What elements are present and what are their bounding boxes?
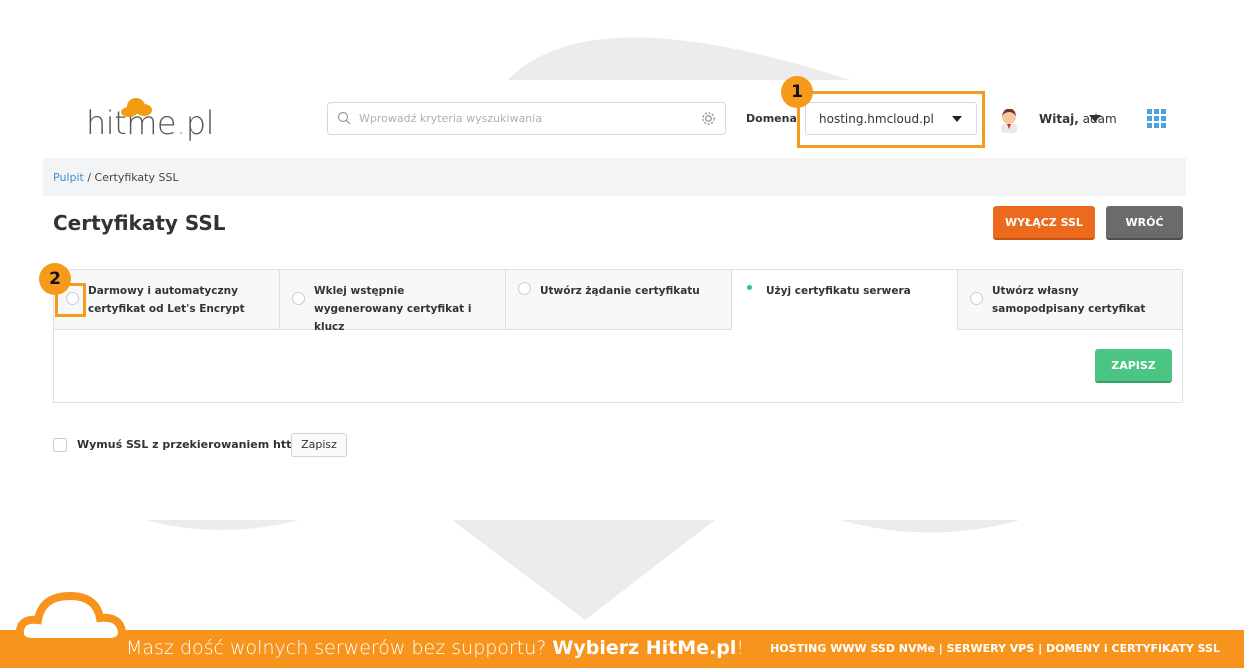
breadcrumb: Pulpit / Certyfikaty SSL [53,171,179,184]
tab-label: Wklej wstępnie wygenerowany certyfikat i… [314,285,472,333]
step-badge-2: 2 [39,263,71,295]
tab-self-signed[interactable]: Utwórz własny samopodpisany certyfikat [958,270,1182,330]
breadcrumb-current: Certyfikaty SSL [94,171,179,184]
back-button[interactable]: WRÓĆ [1106,206,1183,240]
promo-footer: Masz dość wolnych serwerów bez supportu?… [0,630,1244,668]
gear-icon[interactable] [701,111,716,126]
search-box[interactable]: Wprowadź kryteria wyszukiwania [327,102,726,135]
page-title: Certyfikaty SSL [53,211,226,235]
user-menu-chevron-icon[interactable] [1089,115,1101,122]
save-button[interactable]: ZAPISZ [1095,349,1172,383]
breadcrumb-bar: Pulpit / Certyfikaty SSL [43,158,1186,196]
cloud-icon [16,591,126,646]
tab-label: Utwórz własny samopodpisany certyfikat [992,285,1146,315]
tab-letsencrypt[interactable]: Darmowy i automatyczny certyfikat od Let… [54,270,280,330]
force-ssl-label[interactable]: Wymuś SSL z przekierowaniem https [77,438,306,451]
tab-paste-certificate[interactable]: Wklej wstępnie wygenerowany certyfikat i… [280,270,506,333]
footer-services: HOSTING WWW SSD NVMe | SERWERY VPS | DOM… [770,642,1220,655]
logo[interactable]: hitme.pl [86,104,214,142]
tab-label: Darmowy i automatyczny certyfikat od Let… [88,285,245,315]
tab-label: Użyj certyfikatu serwera [766,285,911,297]
force-ssl-checkbox[interactable] [53,438,67,452]
disable-ssl-button[interactable]: WYŁĄCZ SSL [993,206,1095,240]
domain-label: Domena [746,112,797,125]
radio-server-certificate[interactable] [744,282,757,295]
radio-paste-certificate[interactable] [292,292,305,305]
radio-create-request[interactable] [518,282,531,295]
apps-grid-icon[interactable] [1147,109,1167,129]
step-badge-1: 1 [781,76,813,108]
highlight-box-1 [797,91,985,148]
force-ssl-save-button[interactable]: Zapisz [291,433,347,457]
tab-label: Utwórz żądanie certyfikatu [540,285,700,297]
breadcrumb-home-link[interactable]: Pulpit [53,171,84,184]
radio-self-signed[interactable] [970,292,983,305]
footer-slogan: Masz dość wolnych serwerów bez supportu?… [126,637,745,659]
search-icon [337,111,351,125]
tab-create-request[interactable]: Utwórz żądanie certyfikatu [506,270,732,330]
ssl-options-panel: Darmowy i automatyczny certyfikat od Let… [53,269,1183,403]
avatar[interactable] [998,107,1020,133]
tab-server-certificate[interactable]: Użyj certyfikatu serwera [732,270,958,330]
user-greeting[interactable]: Witaj, adam [1039,112,1117,126]
search-input[interactable]: Wprowadź kryteria wyszukiwania [359,112,542,125]
